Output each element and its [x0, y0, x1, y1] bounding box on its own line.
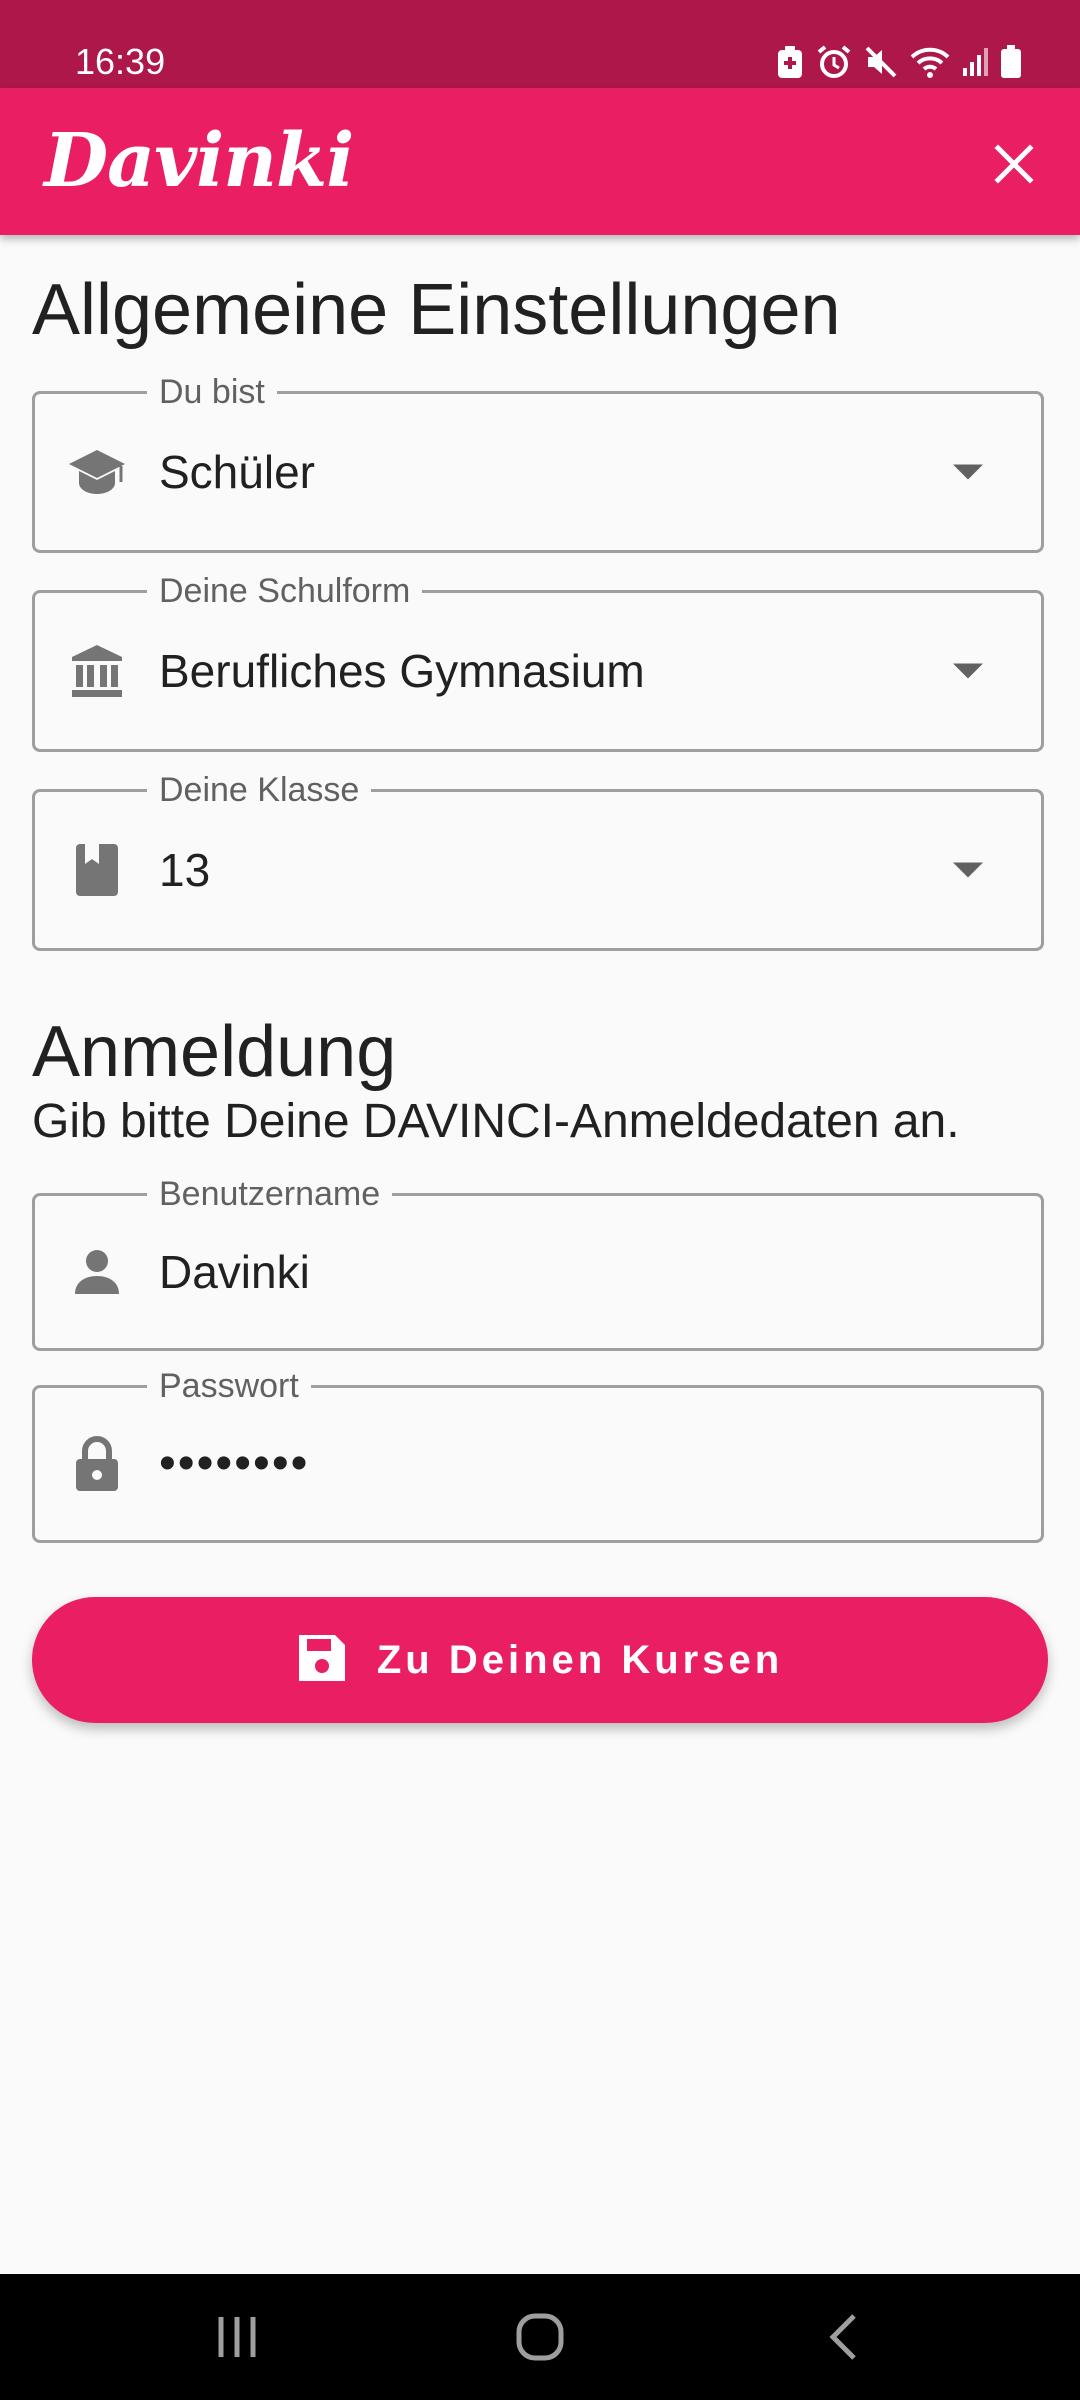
- grade-dropdown[interactable]: Deine Klasse 13: [32, 770, 1044, 951]
- save-icon: [297, 1633, 347, 1688]
- book-icon: [65, 838, 129, 902]
- login-heading: Anmeldung: [32, 1012, 397, 1092]
- app-bar: Davinki: [0, 88, 1080, 235]
- grade-label: Deine Klasse: [147, 770, 372, 810]
- chevron-down-icon: [953, 464, 983, 480]
- signal-icon: [962, 46, 988, 78]
- password-label: Passwort: [147, 1366, 311, 1406]
- status-icons: [776, 40, 1022, 84]
- username-value: Davinki: [159, 1246, 310, 1298]
- username-field[interactable]: Benutzername Davinki: [32, 1174, 1044, 1351]
- status-bar: 16:39: [0, 0, 1080, 88]
- status-time: 16:39: [75, 41, 166, 82]
- school-type-dropdown[interactable]: Deine Schulform Berufliches Gymnasium: [32, 571, 1044, 752]
- role-label: Du bist: [147, 372, 277, 412]
- school-type-value: Berufliches Gymnasium: [159, 645, 645, 697]
- mute-icon: [864, 45, 898, 79]
- back-button[interactable]: [783, 2297, 903, 2377]
- school-icon: [65, 440, 129, 504]
- grade-value: 13: [159, 844, 211, 896]
- password-field[interactable]: Passwort ••••••••: [32, 1366, 1044, 1543]
- role-value: Schüler: [159, 446, 315, 498]
- back-icon: [829, 2314, 856, 2360]
- password-value: ••••••••: [159, 1437, 310, 1490]
- battery-icon: [1000, 45, 1022, 79]
- login-subtitle: Gib bitte Deine DAVINCI-Anmeldedaten an.: [32, 1095, 960, 1148]
- wifi-icon: [910, 45, 950, 79]
- alarm-icon: [816, 44, 852, 80]
- chevron-down-icon: [953, 862, 983, 878]
- recent-apps-icon: [218, 2317, 256, 2357]
- to-courses-button[interactable]: Zu Deinen Kursen: [32, 1597, 1048, 1723]
- home-button[interactable]: [480, 2297, 600, 2377]
- home-icon: [516, 2313, 564, 2361]
- close-button[interactable]: [974, 124, 1054, 204]
- institution-icon: [65, 639, 129, 703]
- role-dropdown[interactable]: Du bist Schüler: [32, 372, 1044, 553]
- to-courses-label: Zu Deinen Kursen: [376, 1637, 784, 1682]
- system-nav-bar: [0, 2274, 1080, 2400]
- close-icon: [994, 144, 1034, 184]
- general-settings-heading: Allgemeine Einstellungen: [32, 270, 841, 350]
- chevron-down-icon: [953, 663, 983, 679]
- lock-icon: [65, 1432, 129, 1496]
- school-type-label: Deine Schulform: [147, 571, 423, 611]
- person-icon: [65, 1240, 129, 1304]
- battery-saver-icon: [776, 45, 804, 79]
- username-label: Benutzername: [147, 1174, 393, 1214]
- recent-apps-button[interactable]: [177, 2297, 297, 2377]
- app-logo: Davinki: [44, 118, 354, 204]
